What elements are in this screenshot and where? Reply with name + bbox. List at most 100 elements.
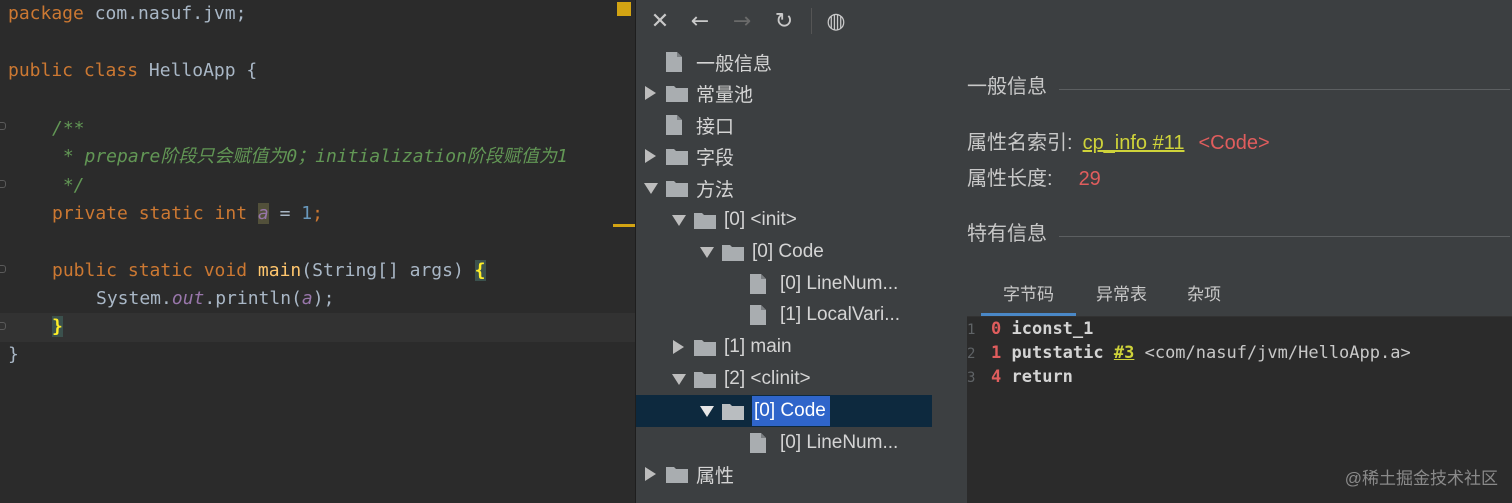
- close-icon[interactable]: ✕: [646, 8, 674, 36]
- property-label: 属性长度:: [967, 168, 1053, 190]
- forward-arrow-icon[interactable]: →: [728, 8, 756, 36]
- doc-comment: /**: [52, 118, 85, 139]
- fold-toggle-icon[interactable]: [0, 122, 6, 130]
- field-a[interactable]: a: [257, 203, 269, 224]
- tab-bytecode[interactable]: 字节码: [981, 274, 1076, 316]
- tab-misc[interactable]: 杂项: [1167, 274, 1241, 316]
- globe-icon[interactable]: ◍: [822, 8, 850, 36]
- general-info-section: 一般信息: [967, 70, 1512, 99]
- fold-toggle-icon[interactable]: [0, 322, 6, 330]
- keyword: class: [83, 60, 139, 81]
- matched-brace: {: [474, 260, 486, 281]
- number-literal: 1: [301, 203, 313, 224]
- code-line-println[interactable]: System.out.println(a);: [96, 285, 334, 313]
- bytecode-line[interactable]: 34 return: [967, 365, 1073, 389]
- tree-item-init-code[interactable]: [0] Code: [700, 237, 824, 267]
- tree-item-interfaces[interactable]: 接口: [644, 110, 734, 140]
- app-root: package com.nasuf.jvm; public class Hell…: [0, 0, 1512, 503]
- class-ref: System.: [96, 288, 172, 309]
- section-title: 特有信息: [967, 223, 1047, 245]
- keyword: private static int: [52, 203, 258, 224]
- tree-item-label: [0] LineNum...: [780, 273, 899, 294]
- method-params: (String[] args): [301, 260, 475, 281]
- code-line-field[interactable]: private static int a = 1;: [52, 200, 323, 228]
- tree-item-init-linenumber[interactable]: [0] LineNum...: [728, 269, 898, 299]
- folder-icon: [694, 332, 724, 362]
- chevron-down-icon[interactable]: [644, 173, 666, 203]
- code-editor[interactable]: package com.nasuf.jvm; public class Hell…: [0, 0, 636, 503]
- attribute-length-row: 属性长度: 29: [967, 162, 1101, 191]
- back-arrow-icon[interactable]: ←: [686, 8, 714, 36]
- tree-item-label: [1] main: [724, 336, 792, 357]
- class-name: HelloApp {: [138, 60, 258, 81]
- method-call: .println(: [204, 288, 302, 309]
- tree-item-clinit-code-selected[interactable]: [0] Code: [700, 396, 830, 426]
- property-label: 属性名索引:: [967, 132, 1073, 154]
- tree-item-method-clinit[interactable]: [2] <clinit>: [672, 364, 811, 394]
- tree-item-label: 字段: [696, 147, 735, 169]
- code-line-package[interactable]: package com.nasuf.jvm;: [8, 0, 246, 28]
- tree-item-methods[interactable]: 方法: [644, 173, 734, 203]
- chevron-down-icon[interactable]: [672, 364, 694, 394]
- code-line-main[interactable]: public static void main(String[] args) {: [52, 257, 486, 285]
- chevron-down-icon[interactable]: [700, 396, 722, 426]
- warning-marker[interactable]: [617, 2, 631, 16]
- tree-arrow-spacer: [644, 110, 666, 140]
- tree-item-clinit-linenumber[interactable]: [0] LineNum...: [728, 428, 898, 458]
- brace: }: [8, 344, 19, 365]
- code-line-doc-start[interactable]: /**: [52, 115, 85, 143]
- folder-icon: [722, 396, 752, 426]
- tree-item-constant-pool[interactable]: 常量池: [644, 78, 753, 108]
- tree-item-label: [0] <init>: [724, 209, 797, 230]
- code-line-close-class[interactable]: }: [8, 341, 19, 369]
- file-icon: [666, 110, 696, 140]
- chevron-down-icon[interactable]: [700, 237, 722, 267]
- refresh-icon[interactable]: ↻: [770, 8, 798, 36]
- code-line-doc-body[interactable]: * prepare阶段只会赋值为0；initialization阶段赋值为1: [52, 143, 568, 171]
- cp-info-link[interactable]: cp_info #11: [1083, 132, 1185, 154]
- file-icon: [750, 300, 780, 330]
- folder-icon: [666, 173, 696, 203]
- chevron-down-icon[interactable]: [672, 205, 694, 235]
- chevron-right-icon[interactable]: [672, 332, 694, 362]
- fold-toggle-icon[interactable]: [0, 265, 6, 273]
- tree-item-init-localvariable[interactable]: [1] LocalVari...: [728, 300, 900, 330]
- code-line-doc-end[interactable]: */: [52, 172, 85, 200]
- tree-item-label: [2] <clinit>: [724, 368, 811, 389]
- fold-toggle-icon[interactable]: [0, 180, 6, 188]
- chevron-right-icon[interactable]: [644, 78, 666, 108]
- bytecode-line[interactable]: 10 iconst_1: [967, 317, 1093, 341]
- tree-item-label: 一般信息: [696, 53, 773, 75]
- tree-item-attributes[interactable]: 属性: [644, 459, 734, 489]
- watermark-text: @稀土掘金技术社区: [1344, 469, 1498, 488]
- chevron-right-icon[interactable]: [644, 459, 666, 489]
- folder-icon: [694, 205, 724, 235]
- file-icon: [750, 428, 780, 458]
- detail-tabs: 字节码 异常表 杂项: [967, 272, 1512, 317]
- chevron-right-icon[interactable]: [644, 141, 666, 171]
- tree-item-fields[interactable]: 字段: [644, 141, 734, 171]
- tree-item-method-init[interactable]: [0] <init>: [672, 205, 797, 235]
- specific-info-section: 特有信息: [967, 217, 1512, 246]
- tree-item-general-info[interactable]: 一般信息: [644, 47, 772, 77]
- current-line-highlight: [0, 313, 635, 342]
- tree-item-method-main[interactable]: [1] main: [672, 332, 792, 362]
- section-divider: [1059, 236, 1510, 237]
- section-title: 一般信息: [967, 76, 1047, 98]
- bytecode-offset: 0: [991, 319, 1002, 339]
- tab-exception-table[interactable]: 异常表: [1076, 274, 1167, 316]
- code-line-close-main[interactable]: }: [52, 313, 63, 341]
- bytecode-line[interactable]: 21 putstatic #3 <com/nasuf/jvm/HelloApp.…: [967, 341, 1411, 365]
- semicolon: ;: [312, 203, 323, 224]
- line-number: 2: [967, 346, 976, 362]
- code-line-class[interactable]: public class HelloApp {: [8, 57, 257, 85]
- tree-arrow-spacer: [728, 428, 750, 458]
- method-name[interactable]: main: [258, 260, 301, 281]
- error-stripe-mark[interactable]: [613, 224, 635, 227]
- attribute-length-value: 29: [1078, 168, 1101, 190]
- file-icon: [666, 47, 696, 77]
- opcode: putstatic: [1011, 343, 1104, 363]
- detail-panel: 一般信息 属性名索引: cp_info #11 <Code> 属性长度: 29 特有信…: [967, 42, 1512, 503]
- constant-pool-ref-link[interactable]: #3: [1114, 343, 1134, 363]
- static-field-out: out: [171, 288, 205, 309]
